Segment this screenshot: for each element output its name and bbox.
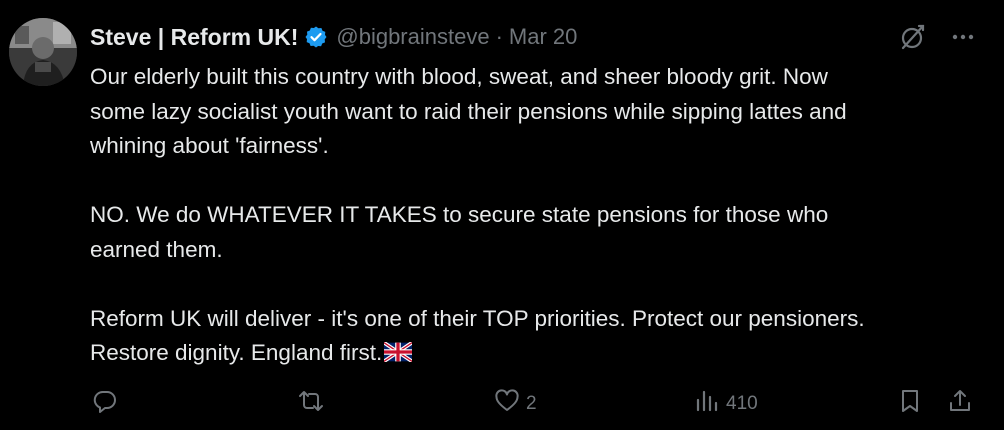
reply-icon: [92, 388, 118, 420]
bookmark-button[interactable]: [897, 384, 923, 424]
heart-icon: [494, 388, 520, 420]
reply-button[interactable]: [92, 384, 124, 424]
tweet-text: Our elderly built this country with bloo…: [90, 64, 865, 365]
header-actions: [898, 22, 978, 52]
tweet-text-container: Our elderly built this country with bloo…: [90, 60, 990, 371]
avatar[interactable]: [9, 18, 77, 86]
share-button[interactable]: [947, 384, 973, 424]
views-button[interactable]: 410: [694, 384, 758, 424]
repost-icon: [298, 388, 324, 420]
like-button[interactable]: 2: [494, 384, 537, 424]
grok-icon[interactable]: [898, 22, 928, 52]
share-icon: [947, 388, 973, 420]
action-bar: 2 410: [0, 384, 1004, 424]
verified-badge-icon[interactable]: [304, 25, 328, 49]
more-icon[interactable]: [948, 22, 978, 52]
bookmark-icon: [897, 388, 923, 420]
repost-button[interactable]: [298, 384, 330, 424]
separator: ·: [495, 24, 503, 49]
post-date[interactable]: Mar 20: [509, 24, 577, 50]
like-count: 2: [526, 393, 537, 414]
views-count: 410: [726, 393, 758, 414]
display-name[interactable]: Steve | Reform UK!: [90, 24, 298, 51]
views-icon: [694, 388, 720, 420]
tweet[interactable]: Steve | Reform UK! @bigbrainsteve · Mar …: [0, 0, 1004, 430]
uk-flag-icon: [383, 338, 414, 363]
tweet-header: Steve | Reform UK! @bigbrainsteve · Mar …: [90, 22, 577, 52]
handle[interactable]: @bigbrainsteve: [336, 24, 489, 50]
